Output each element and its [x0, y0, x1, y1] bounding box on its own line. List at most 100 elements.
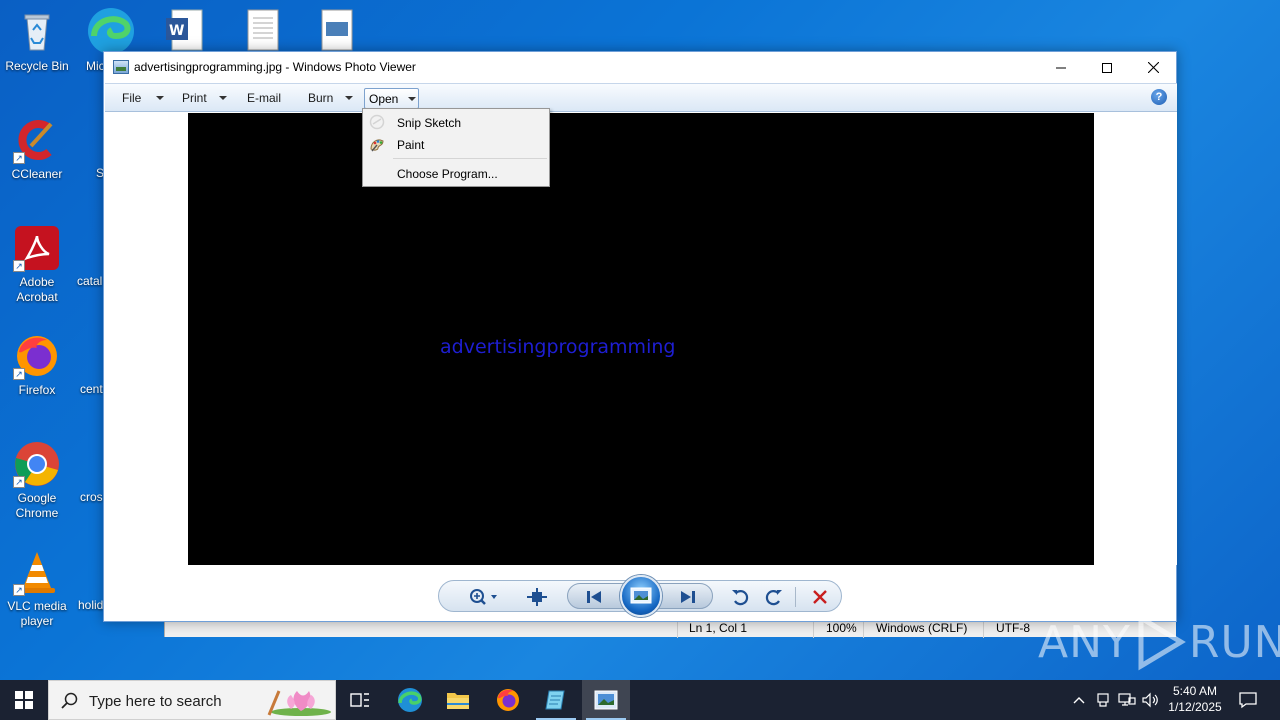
taskbar-photo-viewer[interactable]: [582, 680, 630, 720]
desktop-icon-label: Recycle Bin: [5, 59, 69, 73]
actual-size-button[interactable]: [524, 585, 550, 609]
shortcut-arrow-icon: ↗: [13, 584, 25, 596]
displayed-image: advertisingprogramming: [188, 113, 1094, 565]
next-icon: [681, 591, 695, 603]
task-view-button[interactable]: [336, 680, 384, 720]
google-chrome-icon: ↗: [13, 440, 61, 488]
desktop-icon-label: Adobe Acrobat: [16, 275, 58, 304]
slideshow-button[interactable]: [620, 575, 662, 617]
zoom-level: 100%: [826, 621, 857, 635]
maximize-button[interactable]: [1084, 52, 1130, 83]
next-button[interactable]: [675, 585, 701, 609]
shortcut-arrow-icon: ↗: [13, 476, 25, 488]
notepad-icon: [545, 690, 565, 710]
line-ending: Windows (CRLF): [876, 621, 968, 635]
minimize-button[interactable]: [1038, 52, 1084, 83]
rotate-counterclockwise-button[interactable]: [727, 585, 753, 609]
taskbar-notepad[interactable]: [532, 680, 580, 720]
start-button[interactable]: [0, 680, 48, 720]
firefox-icon: [497, 689, 519, 711]
burn-dropdown-arrow-icon[interactable]: [345, 96, 353, 100]
desktop-icon-image-doc[interactable]: [320, 8, 354, 52]
clock-date: 1/12/2025: [1168, 700, 1222, 714]
actual-size-icon: [527, 588, 547, 606]
edge-icon: [398, 688, 422, 712]
taskbar: Type here to search 5:40 AM 1/12/2025: [0, 680, 1280, 720]
text-document-icon: [247, 9, 279, 51]
menu-item-paint[interactable]: Paint: [363, 133, 549, 155]
taskbar-edge[interactable]: [386, 680, 434, 720]
desktop-icon-recycle-bin[interactable]: Recycle Bin: [0, 8, 74, 74]
minimize-icon: [1056, 67, 1066, 68]
desktop-icon-text-doc[interactable]: [246, 8, 280, 52]
close-icon: [1147, 62, 1159, 73]
menu-bar: File Print E-mail Burn Open ?: [105, 83, 1177, 112]
title-bar[interactable]: advertisingprogramming.jpg - Windows Pho…: [104, 52, 1176, 83]
volume-icon: [1142, 692, 1158, 708]
delete-button[interactable]: [807, 585, 833, 609]
menu-burn[interactable]: Burn: [308, 91, 333, 105]
help-icon[interactable]: ?: [1151, 89, 1167, 105]
desktop-icon-ccleaner[interactable]: ↗ CCleaner: [0, 116, 74, 182]
image-file-icon: [321, 9, 353, 51]
svg-text:W: W: [169, 23, 184, 39]
rotate-right-icon: [765, 590, 782, 606]
file-explorer-icon: [447, 693, 469, 709]
usb-device-icon: [1097, 693, 1109, 707]
chevron-up-icon: [1073, 697, 1085, 704]
taskbar-file-explorer[interactable]: [434, 680, 482, 720]
tray-volume-button[interactable]: [1140, 680, 1162, 720]
print-dropdown-arrow-icon[interactable]: [219, 96, 227, 100]
desktop-icon-vlc[interactable]: ↗ VLC media player: [0, 548, 74, 629]
taskbar-clock[interactable]: 5:40 AM 1/12/2025: [1160, 683, 1230, 715]
watermark-play-icon: [1138, 613, 1186, 671]
previous-button[interactable]: [581, 585, 607, 609]
show-hidden-icons-button[interactable]: [1068, 680, 1090, 720]
slideshow-icon: [630, 587, 652, 604]
controls-divider: [795, 587, 796, 607]
desktop-icon-label: Firefox: [18, 383, 56, 397]
menu-item-label: Choose Program...: [397, 167, 498, 181]
action-center-button[interactable]: [1234, 680, 1262, 720]
cursor-position: Ln 1, Col 1: [689, 621, 748, 635]
word-document-icon: W: [166, 9, 203, 51]
desktop-icon-label-partial: cent: [80, 382, 103, 396]
tray-device-button[interactable]: [1092, 680, 1114, 720]
clock-time: 5:40 AM: [1172, 684, 1218, 698]
desktop-icon-adobe-acrobat[interactable]: ↗ Adobe Acrobat: [0, 224, 74, 305]
paint-icon: [369, 136, 385, 152]
window-title: advertisingprogramming.jpg - Windows Pho…: [134, 60, 416, 74]
menu-item-snip-sketch[interactable]: Snip Sketch: [363, 111, 549, 133]
windows-logo-icon: [15, 691, 33, 709]
taskbar-firefox[interactable]: [484, 680, 532, 720]
tray-network-button[interactable]: [1115, 680, 1139, 720]
menu-file[interactable]: File: [122, 91, 141, 105]
desktop-icon-edge[interactable]: [86, 6, 136, 56]
menu-item-choose-program[interactable]: Choose Program...: [363, 162, 549, 184]
menu-item-label: Paint: [397, 138, 425, 152]
desktop-icon-word-doc[interactable]: W: [164, 8, 204, 52]
desktop-icon-label: VLC media player: [7, 599, 67, 628]
desktop-icon-label: CCleaner: [11, 167, 63, 181]
desktop-icon-firefox[interactable]: ↗ Firefox: [0, 332, 74, 398]
watermark-text-right: RUN: [1188, 616, 1280, 668]
network-icon: [1118, 693, 1136, 706]
close-button[interactable]: [1130, 52, 1176, 83]
delete-icon: [813, 590, 827, 604]
zoom-button[interactable]: [467, 585, 501, 609]
watermark-text-left: ANY: [1038, 616, 1131, 668]
menu-print[interactable]: Print: [182, 91, 207, 105]
menu-email[interactable]: E-mail: [247, 91, 281, 105]
menu-open[interactable]: Open: [364, 88, 419, 109]
desktop-icon-label-partial: catal: [77, 274, 103, 288]
search-placeholder: Type here to search: [89, 693, 222, 710]
search-highlight-art-icon: [267, 690, 331, 716]
desktop-icon-google-chrome[interactable]: ↗ Google Chrome: [0, 440, 74, 521]
maximize-icon: [1102, 62, 1112, 73]
taskbar-search-box[interactable]: Type here to search: [48, 680, 336, 720]
desktop-icon-label: Google Chrome: [15, 491, 59, 520]
open-dropdown-arrow-icon: [408, 97, 416, 101]
anyrun-watermark: ANY RUN: [1038, 612, 1280, 672]
file-dropdown-arrow-icon[interactable]: [156, 96, 164, 100]
rotate-clockwise-button[interactable]: [761, 585, 787, 609]
